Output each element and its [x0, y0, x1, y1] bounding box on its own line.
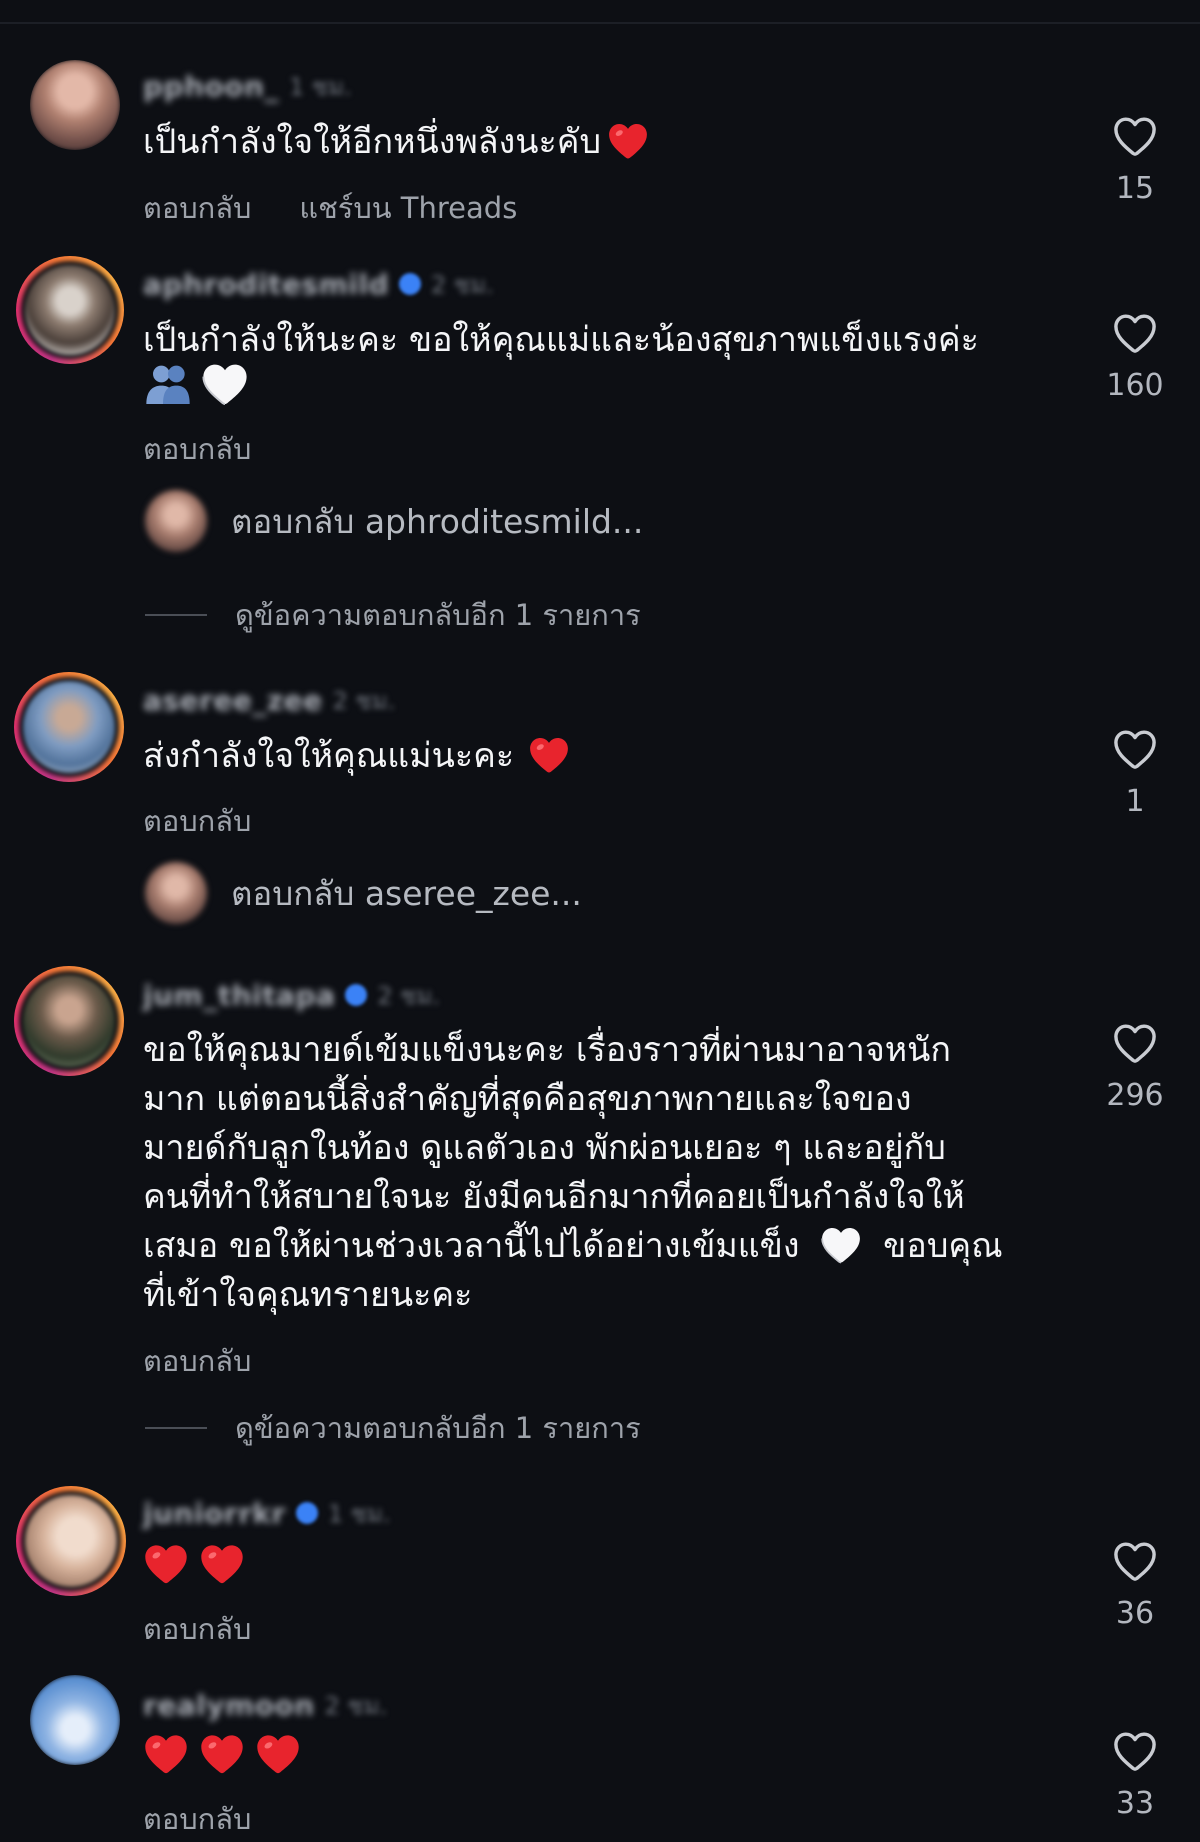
- comment-text-line: มาก แต่ตอนนี้สิ่งสำคัญที่สุดคือสุขภาพกาย…: [143, 1079, 912, 1119]
- like-count: 36: [1115, 1596, 1155, 1631]
- reply-prompt[interactable]: ตอบกลับ aphroditesmild...: [231, 495, 643, 548]
- comment-text-line: มายด์กับลูกในท้อง ดูแลตัวเอง พักผ่อนเยอะ…: [143, 1128, 946, 1168]
- like-count: 33: [1115, 1786, 1155, 1821]
- my-avatar: [145, 862, 207, 924]
- heart-outline-icon[interactable]: [1112, 1540, 1158, 1582]
- comment-time: 2 ชม.: [332, 686, 396, 715]
- comment-username[interactable]: realymoon: [143, 1689, 315, 1722]
- heart-outline-icon[interactable]: [1112, 115, 1158, 157]
- red-heart-emoji: [201, 1545, 243, 1584]
- like-count: 296: [1106, 1078, 1164, 1113]
- comment-text: ส่งกำลังใจให้คุณแม่นะคะ: [143, 732, 570, 781]
- comment-username[interactable]: aseree_zee: [143, 684, 323, 717]
- red-heart-emoji: [530, 738, 569, 773]
- reply-button[interactable]: ตอบกลับ: [143, 185, 251, 231]
- white-heart-emoji: [821, 1227, 862, 1264]
- heart-outline-icon[interactable]: [1112, 312, 1158, 354]
- more-replies-line: [145, 1427, 207, 1429]
- comment-time: 1 ชม.: [327, 1499, 391, 1528]
- red-heart-emoji: [609, 124, 647, 159]
- reply-button[interactable]: ตอบกลับ: [143, 1796, 251, 1842]
- red-heart-emoji: [201, 1735, 243, 1774]
- comment-time: 1 ชม.: [288, 72, 352, 101]
- comment-username[interactable]: juniorrkr: [143, 1497, 286, 1530]
- view-more-replies-button[interactable]: ดูข้อความตอบกลับอีก 1 รายการ: [235, 592, 641, 638]
- red-heart-emoji: [145, 1545, 187, 1584]
- comment-time: 2 ชม.: [431, 270, 494, 299]
- comment-username[interactable]: jum_thitapa: [143, 979, 335, 1012]
- comment-text-body: เป็นกำลังใจให้อีกหนึ่งพลังนะคับ: [143, 122, 602, 162]
- heart-outline-icon[interactable]: [1112, 728, 1158, 770]
- avatar[interactable]: [16, 1486, 126, 1596]
- comment-text: เป็นกำลังให้นะคะ ขอให้คุณแม่และน้องสุขภา…: [143, 316, 979, 365]
- comment-time: 2 ชม.: [377, 981, 440, 1010]
- comment-text-line: ขอให้คุณมายด์เข้มแข็งนะคะ เรื่องราวที่ผ่…: [143, 1030, 952, 1070]
- white-heart-emoji: [202, 363, 248, 405]
- like-count: 1: [1125, 784, 1145, 819]
- like-count: 15: [1115, 171, 1155, 206]
- red-heart-emoji: [145, 1735, 187, 1774]
- heart-outline-icon[interactable]: [1112, 1730, 1158, 1772]
- avatar[interactable]: [30, 1675, 120, 1765]
- verified-badge-icon: [399, 273, 422, 295]
- verified-badge-icon: [345, 984, 368, 1006]
- comment-text: เป็นกำลังใจให้อีกหนึ่งพลังนะคับ: [143, 118, 649, 167]
- reply-button[interactable]: ตอบกลับ: [143, 426, 251, 472]
- reply-button[interactable]: ตอบกลับ: [143, 1338, 251, 1384]
- people-emoji: [146, 365, 190, 404]
- top-divider: [0, 22, 1200, 24]
- comment-text-body: ส่งกำลังใจให้คุณแม่นะคะ: [143, 736, 515, 776]
- my-avatar: [145, 490, 207, 552]
- comment-text: ขอให้คุณมายด์เข้มแข็งนะคะ เรื่องราวที่ผ่…: [143, 1026, 1003, 1320]
- more-replies-line: [145, 614, 207, 616]
- comment-username[interactable]: aphroditesmild: [143, 268, 389, 301]
- share-threads-button[interactable]: แชร์บน Threads: [299, 185, 517, 231]
- heart-outline-icon[interactable]: [1112, 1022, 1158, 1064]
- reply-button[interactable]: ตอบกลับ: [143, 1606, 251, 1652]
- comment-text-line: เสมอ ขอให้ผ่านช่วงเวลานี้ไปได้อย่างเข้มแ…: [143, 1226, 800, 1266]
- comment-text-body: เป็นกำลังให้นะคะ ขอให้คุณแม่และน้องสุขภา…: [143, 320, 979, 360]
- avatar[interactable]: [30, 60, 120, 150]
- comment-text-line: คนที่ทำให้สบายใจนะ ยังมีคนอีกมากที่คอยเป…: [143, 1177, 965, 1217]
- verified-badge-icon: [295, 1502, 318, 1524]
- reply-prompt[interactable]: ตอบกลับ aseree_zee...: [231, 867, 582, 920]
- comment-text-line: ขอบคุณ: [872, 1226, 1003, 1266]
- view-more-replies-button[interactable]: ดูข้อความตอบกลับอีก 1 รายการ: [235, 1405, 641, 1451]
- avatar[interactable]: [14, 672, 124, 782]
- comment-time: 2 ชม.: [324, 1691, 388, 1720]
- comment-text-line: ที่เข้าใจคุณทรายนะคะ: [143, 1275, 473, 1315]
- reply-button[interactable]: ตอบกลับ: [143, 798, 251, 844]
- avatar[interactable]: [14, 966, 124, 1076]
- red-heart-emoji: [257, 1735, 299, 1774]
- avatar[interactable]: [16, 256, 124, 364]
- like-count: 160: [1106, 368, 1164, 403]
- comment-username[interactable]: pphoon_: [143, 70, 279, 103]
